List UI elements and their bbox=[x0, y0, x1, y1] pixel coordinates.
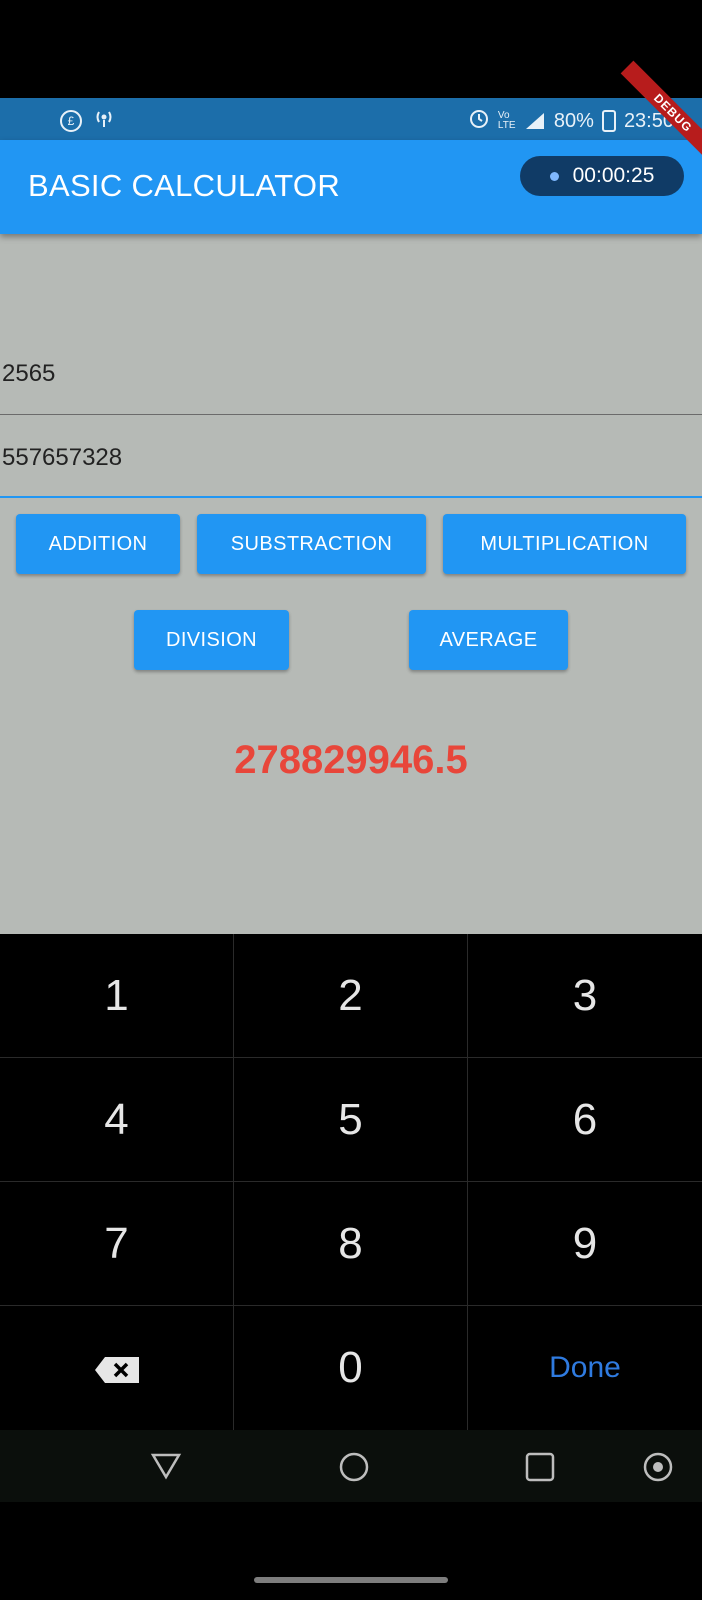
result-value: 278829946.5 bbox=[234, 738, 468, 782]
key-8[interactable]: 8 bbox=[234, 1182, 468, 1306]
recording-timer[interactable]: 00:00:25 bbox=[520, 156, 684, 196]
numeric-keypad: 1 2 3 4 5 6 7 8 9 0 Done bbox=[0, 934, 702, 1430]
status-bar: £ Vo LTE 80% 23:50 bbox=[0, 98, 702, 140]
status-right-icons: Vo LTE 80% 23:50 bbox=[468, 107, 674, 135]
recording-timer-label: 00:00:25 bbox=[572, 164, 655, 187]
volte-icon: Vo LTE bbox=[498, 111, 516, 131]
done-key[interactable]: Done bbox=[468, 1306, 702, 1430]
battery-percent: 80% bbox=[553, 109, 594, 132]
key-1[interactable]: 1 bbox=[0, 934, 234, 1058]
home-indicator[interactable] bbox=[254, 1577, 448, 1583]
navigation-bar bbox=[0, 1430, 702, 1502]
status-left-icons: £ bbox=[60, 107, 116, 135]
app-bar: BASIC CALCULATOR 00:00:25 bbox=[0, 140, 702, 234]
key-6[interactable]: 6 bbox=[468, 1058, 702, 1182]
alarm-icon bbox=[468, 107, 490, 135]
first-number-underline bbox=[0, 414, 702, 415]
division-button[interactable]: DIVISION bbox=[134, 610, 289, 670]
signal-icon bbox=[524, 112, 546, 130]
record-dot-icon bbox=[549, 171, 559, 181]
phone-screen: £ Vo LTE 80% 23:50 BASIC CALCULATOR 00:0… bbox=[0, 60, 702, 1502]
assistant-icon[interactable] bbox=[642, 1452, 674, 1487]
key-5[interactable]: 5 bbox=[234, 1058, 468, 1182]
key-7[interactable]: 7 bbox=[0, 1182, 234, 1306]
subtraction-button[interactable]: SUBSTRACTION bbox=[197, 514, 426, 574]
home-icon[interactable] bbox=[338, 1452, 370, 1487]
hotspot-icon bbox=[92, 107, 116, 135]
key-0[interactable]: 0 bbox=[234, 1306, 468, 1430]
first-number-field[interactable]: 2565 bbox=[0, 330, 702, 416]
average-button[interactable]: AVERAGE bbox=[409, 610, 568, 670]
calculator-body: 2565 557657328 ADDITION SUBSTRACTION MUL… bbox=[0, 234, 702, 934]
second-number-field[interactable]: 557657328 bbox=[0, 416, 702, 498]
data-saver-icon: £ bbox=[60, 110, 82, 132]
second-number-value: 557657328 bbox=[2, 444, 123, 471]
key-2[interactable]: 2 bbox=[234, 934, 468, 1058]
addition-button[interactable]: ADDITION bbox=[16, 514, 180, 574]
page-title: BASIC CALCULATOR bbox=[28, 168, 341, 203]
key-4[interactable]: 4 bbox=[0, 1058, 234, 1182]
multiplication-button[interactable]: MULTIPLICATION bbox=[443, 514, 686, 574]
second-number-underline bbox=[0, 496, 702, 498]
key-9[interactable]: 9 bbox=[468, 1182, 702, 1306]
volte-label: Vo LTE bbox=[497, 110, 516, 131]
battery-icon bbox=[601, 110, 616, 132]
recents-icon[interactable] bbox=[524, 1452, 556, 1487]
backspace-icon bbox=[94, 1357, 139, 1384]
backspace-key[interactable] bbox=[0, 1306, 234, 1430]
first-number-value: 2565 bbox=[2, 360, 56, 387]
key-3[interactable]: 3 bbox=[468, 934, 702, 1058]
back-icon[interactable] bbox=[150, 1452, 182, 1485]
